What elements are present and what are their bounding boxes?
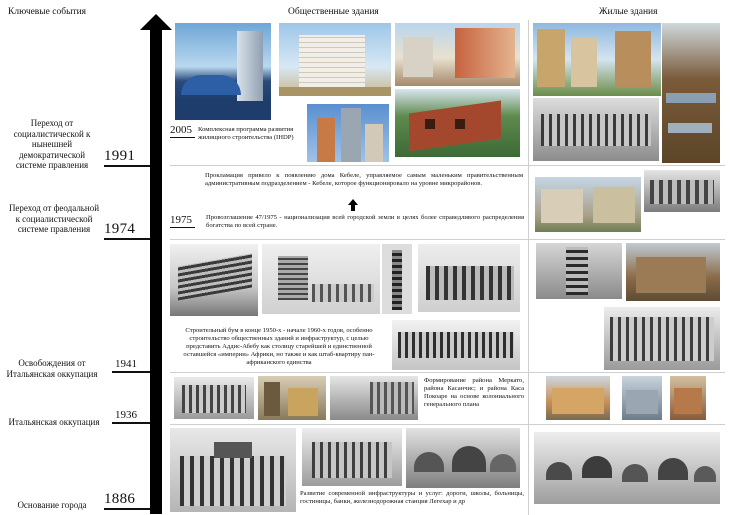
year-tick-1974 xyxy=(104,238,150,240)
separator-1941 xyxy=(170,372,725,373)
year-tick-1936 xyxy=(112,422,150,424)
column-separator xyxy=(528,20,529,515)
year-1936: 1936 xyxy=(115,409,137,421)
photo-merkato-street xyxy=(258,376,326,420)
photo-street-buildings xyxy=(395,23,520,86)
nationalization-text: Провозглашение 47/1975 - национализация … xyxy=(206,214,524,229)
events-header: Ключевые события xyxy=(8,7,87,17)
photo-palace xyxy=(170,428,296,512)
ihdp-text: Комплексная программа развития жилищного… xyxy=(198,126,294,141)
merkato-text: Формирование района Меркато, района Каса… xyxy=(424,377,524,408)
year-tick-2005 xyxy=(170,137,195,138)
photo-1960s-building-b xyxy=(262,244,380,314)
photo-kebele-street xyxy=(644,170,720,212)
year-1991: 1991 xyxy=(104,148,136,164)
photo-condominiums xyxy=(533,23,661,96)
photo-residential-tower xyxy=(536,243,622,299)
photo-kebele-houses xyxy=(535,177,641,232)
photo-round-huts xyxy=(406,428,520,488)
infrastructure-text: Развитие современной инфраструктуры и ус… xyxy=(300,490,524,505)
photo-italian-building xyxy=(174,377,254,419)
timeline-arrow xyxy=(140,14,172,514)
year-tick-1886 xyxy=(104,508,150,510)
photo-1960s-building-c xyxy=(418,244,520,312)
timeline-diagram: Ключевые события Общественные здания Жил… xyxy=(0,0,730,515)
event-label-1936: Итальянская оккупация xyxy=(8,417,100,427)
photo-early-building xyxy=(302,428,402,486)
photo-kasanchis-street xyxy=(330,376,418,420)
photo-shop-house-c xyxy=(670,376,706,420)
residential-buildings-header: Жилые здания xyxy=(599,7,658,17)
photo-shop-house-a xyxy=(546,376,610,420)
photo-shop-house-b xyxy=(622,376,662,420)
separator-1936 xyxy=(170,424,725,425)
separator-1991 xyxy=(170,165,725,166)
public-buildings-header: Общественные здания xyxy=(288,7,379,17)
year-1975: 1975 xyxy=(170,214,192,226)
separator-1974 xyxy=(170,239,725,240)
photo-tukul-village xyxy=(534,432,720,504)
photo-informal-housing xyxy=(662,23,720,163)
year-1941: 1941 xyxy=(115,358,137,370)
event-label-1886: Основание города xyxy=(17,500,87,510)
photo-apartment-block xyxy=(604,307,720,370)
year-tick-1991 xyxy=(104,165,150,167)
year-1886: 1886 xyxy=(104,491,136,507)
up-arrow-icon xyxy=(348,199,358,211)
building-boom-text: Строительный бум в конце 1950-х - начале… xyxy=(183,327,375,366)
photo-housing-blocks xyxy=(533,98,659,161)
photo-perforated-building xyxy=(279,23,391,96)
photo-monument xyxy=(382,244,412,314)
photo-modern-complex xyxy=(175,23,271,120)
photo-brick-building xyxy=(395,89,520,157)
year-tick-1975 xyxy=(170,227,195,228)
event-label-1941: Освобождения от Итальянская оккупация xyxy=(6,358,98,379)
year-2005: 2005 xyxy=(170,124,192,136)
photo-1960s-building-a xyxy=(170,244,258,316)
event-label-1974: Переход от феодальной к социалистической… xyxy=(8,203,100,234)
photo-1960s-building-d xyxy=(392,320,520,370)
kebele-text: Прокламация привело к появлению дома Кеб… xyxy=(205,172,523,187)
photo-old-house xyxy=(626,243,720,301)
event-label-1991: Переход от социалистической к нынешней д… xyxy=(13,118,91,170)
photo-towers xyxy=(307,104,389,162)
year-tick-1941 xyxy=(112,371,150,373)
year-1974: 1974 xyxy=(104,221,136,237)
